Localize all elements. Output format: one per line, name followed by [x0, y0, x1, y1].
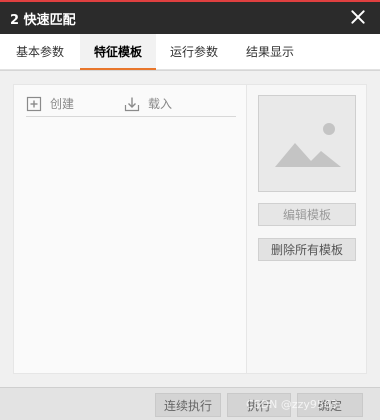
- tab-run-params[interactable]: 运行参数: [156, 34, 232, 69]
- template-toolbar: 创建 载入: [26, 91, 236, 117]
- tab-bar: 基本参数 特征模板 运行参数 结果显示: [0, 34, 380, 70]
- load-label: 载入: [148, 97, 173, 111]
- edit-template-button[interactable]: 编辑模板: [258, 203, 356, 226]
- tab-basic-params[interactable]: 基本参数: [0, 34, 80, 69]
- delete-all-templates-button[interactable]: 删除所有模板: [258, 238, 356, 261]
- continuous-execute-button[interactable]: 连续执行: [155, 393, 221, 417]
- tab-feature-template[interactable]: 特征模板: [80, 34, 156, 70]
- download-icon: [124, 97, 140, 111]
- window-title: 2 快速匹配: [10, 12, 76, 28]
- execute-button[interactable]: 执行: [227, 393, 291, 417]
- close-icon[interactable]: [348, 7, 368, 27]
- load-template-button[interactable]: 载入: [124, 95, 172, 112]
- template-preview: [258, 95, 356, 192]
- tab-result-display[interactable]: 结果显示: [232, 34, 308, 69]
- plus-square-icon: [26, 96, 42, 111]
- create-label: 创建: [50, 97, 75, 111]
- footer-bar: 连续执行 执行 确定 CSDN @zzy9563: [0, 387, 380, 420]
- template-list-panel[interactable]: 创建 载入: [13, 84, 247, 374]
- create-template-button[interactable]: 创建: [26, 95, 74, 112]
- content-area: 创建 载入 编辑模板 删除所有模板: [0, 71, 380, 387]
- confirm-button[interactable]: 确定: [297, 393, 363, 417]
- image-placeholder-icon: [275, 123, 341, 167]
- title-bar: 2 快速匹配: [0, 0, 380, 34]
- template-preview-panel: 编辑模板 删除所有模板: [247, 84, 367, 374]
